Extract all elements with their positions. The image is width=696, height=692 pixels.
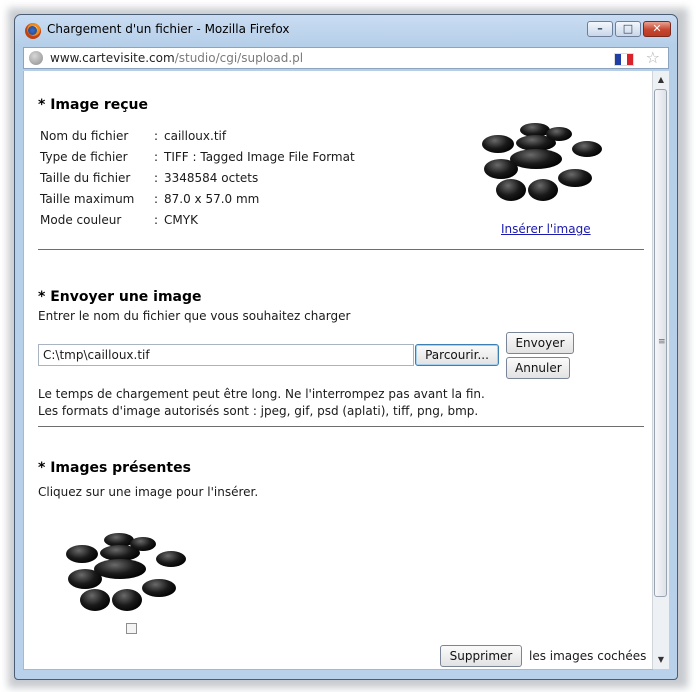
firefox-icon xyxy=(25,23,41,39)
maximize-button[interactable]: □ xyxy=(615,21,641,37)
file-info-key: Type de fichier xyxy=(40,149,128,164)
url-path: /studio/cgi/supload.pl xyxy=(174,51,304,65)
window-title: Chargement d'un fichier - Mozilla Firefo… xyxy=(47,22,290,36)
file-info-value: 3348584 octets xyxy=(164,170,259,185)
send-note-formats: Les formats d'image autorisés sont : jpe… xyxy=(38,404,479,418)
stone-shape xyxy=(130,537,156,551)
insert-image-link[interactable]: Insérer l'image xyxy=(501,222,591,236)
divider xyxy=(38,426,644,427)
received-heading: * Image reçue xyxy=(38,97,148,113)
send-instruction: Entrer le nom du fichier que vous souhai… xyxy=(38,309,351,323)
stone-shape xyxy=(484,159,518,179)
file-info-value: 87.0 x 57.0 mm xyxy=(164,191,260,206)
globe-icon xyxy=(29,51,43,65)
divider xyxy=(38,249,644,250)
french-flag-icon xyxy=(614,53,634,66)
stone-shape xyxy=(558,169,592,187)
file-info-sep: : xyxy=(154,128,159,143)
file-info-sep: : xyxy=(154,149,159,164)
select-image-checkbox[interactable] xyxy=(126,623,137,634)
file-info-sep: : xyxy=(154,212,159,227)
send-button[interactable]: Envoyer xyxy=(506,332,574,354)
minimize-button[interactable]: – xyxy=(587,21,613,37)
stone-shape xyxy=(528,179,558,201)
scrollbar-thumb[interactable]: ≡ xyxy=(654,89,667,597)
delete-button[interactable]: Supprimer xyxy=(440,645,522,667)
file-info-value: CMYK xyxy=(164,212,198,227)
stone-shape xyxy=(482,135,514,153)
file-info-row: Mode couleur: CMYK xyxy=(40,212,355,233)
stone-shape xyxy=(68,569,102,589)
stone-shape xyxy=(80,589,110,611)
delete-suffix-label: les images cochées xyxy=(529,649,647,663)
page-content: * Image reçue Nom du fichier: cailloux.ti… xyxy=(23,71,653,670)
send-heading: * Envoyer une image xyxy=(38,289,202,305)
stone-shape xyxy=(546,127,572,141)
file-info-key: Taille du fichier xyxy=(40,170,131,185)
scroll-down-arrow-icon[interactable]: ▼ xyxy=(653,652,669,668)
file-info-key: Taille maximum xyxy=(40,191,135,206)
stone-shape xyxy=(572,141,602,157)
file-info-row: Type de fichier: TIFF : Tagged Image File… xyxy=(40,149,355,170)
stone-shape xyxy=(156,551,186,567)
file-info-key: Mode couleur xyxy=(40,212,122,227)
close-button[interactable]: ✕ xyxy=(643,21,671,37)
file-info-row: Nom du fichier: cailloux.tif xyxy=(40,128,355,149)
stone-shape xyxy=(66,545,98,563)
file-info-key: Nom du fichier xyxy=(40,128,129,143)
url-bar[interactable]: www.cartevisite.com/studio/cgi/supload.p… xyxy=(23,47,669,69)
file-path-input[interactable]: C:\tmp\cailloux.tif xyxy=(38,344,414,366)
maximize-icon: □ xyxy=(622,22,634,35)
file-info-value: TIFF : Tagged Image File Format xyxy=(164,149,355,164)
url-domain: www.cartevisite.com xyxy=(50,51,175,65)
stone-shape xyxy=(142,579,176,597)
cailloux-thumbnail[interactable] xyxy=(480,121,616,211)
close-icon: ✕ xyxy=(652,22,662,35)
stone-shape xyxy=(94,559,146,579)
file-info-table: Nom du fichier: cailloux.tif Type de fichi… xyxy=(40,128,355,233)
title-bar: Chargement d'un fichier - Mozilla Firefo… xyxy=(15,15,677,45)
file-info-row: Taille maximum:87.0 x 57.0 mm xyxy=(40,191,355,212)
url-text: www.cartevisite.com/studio/cgi/supload.p… xyxy=(50,51,303,65)
present-heading: * Images présentes xyxy=(38,460,191,476)
browse-button[interactable]: Parcourir... xyxy=(415,344,499,366)
file-info-sep: : xyxy=(154,191,159,206)
send-note-time: Le temps de chargement peut être long. N… xyxy=(38,387,485,401)
grip-icon: ≡ xyxy=(658,337,666,347)
minimize-icon: – xyxy=(597,22,603,35)
stone-shape xyxy=(496,179,526,201)
bookmark-star-icon[interactable]: ☆ xyxy=(646,49,660,67)
file-info-row: Taille du fichier:3348584 octets xyxy=(40,170,355,191)
present-instruction: Cliquez sur une image pour l'insérer. xyxy=(38,485,259,499)
cancel-button[interactable]: Annuler xyxy=(506,357,570,379)
stone-shape xyxy=(112,589,142,611)
file-info-value: cailloux.tif xyxy=(164,128,227,143)
cailloux-image-thumbnail[interactable] xyxy=(64,531,200,621)
vertical-scrollbar[interactable]: ▲ ≡ ▼ xyxy=(652,71,669,669)
stone-shape xyxy=(510,149,562,169)
browser-window: Chargement d'un fichier - Mozilla Firefo… xyxy=(14,14,678,680)
file-info-sep: : xyxy=(154,170,159,185)
scroll-up-arrow-icon[interactable]: ▲ xyxy=(653,72,669,88)
